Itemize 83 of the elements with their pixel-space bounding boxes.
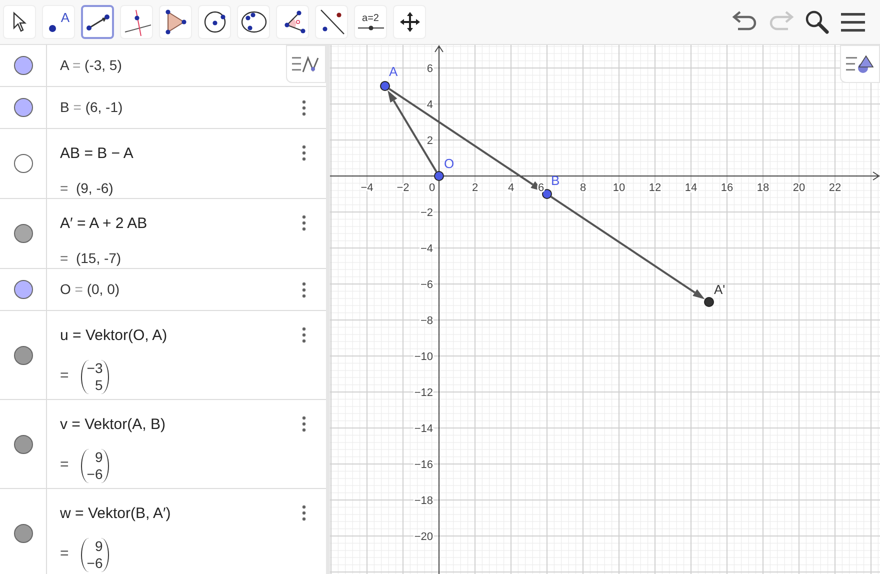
tick-label: −14 <box>414 423 433 435</box>
tool-button[interactable] <box>81 5 114 39</box>
tick-label: −2 <box>420 207 433 219</box>
graphics-style-button[interactable] <box>840 45 880 83</box>
move-arrows-icon <box>398 11 420 33</box>
visibility-toggle[interactable] <box>14 524 32 542</box>
algebra-style-icon <box>292 54 320 74</box>
tick-label: 6 <box>426 63 433 75</box>
more-options-icon[interactable] <box>302 416 306 432</box>
reflect-icon <box>318 8 346 36</box>
graphics-style-icon <box>846 53 874 75</box>
tick-label: 16 <box>720 182 734 194</box>
more-options-icon[interactable] <box>302 215 306 231</box>
tick-label: 4 <box>426 99 433 111</box>
visibility-toggle[interactable] <box>14 224 32 243</box>
tool-button[interactable]: a=2 <box>354 5 387 39</box>
algebra-result: = (15, -7) <box>60 248 122 268</box>
algebra-style-button[interactable] <box>286 45 326 83</box>
tick-label: 14 <box>684 182 698 194</box>
more-options-icon[interactable] <box>302 505 306 521</box>
vector-entry: 9 <box>94 538 103 554</box>
tick-label: 12 <box>648 182 662 194</box>
more-options-icon[interactable] <box>302 145 306 161</box>
vector-entry: 5 <box>94 376 103 394</box>
point[interactable] <box>380 81 390 91</box>
tick-label: −20 <box>414 531 433 543</box>
tool-button[interactable]: A <box>42 5 75 39</box>
vector-entry: 9 <box>94 448 103 466</box>
algebra-entry[interactable]: O = (0, 0) <box>60 279 120 300</box>
equals-sign: = <box>60 455 69 476</box>
visibility-toggle[interactable] <box>14 56 32 75</box>
vector-icon <box>84 12 110 32</box>
algebra-entry[interactable]: B = (6, -1) <box>60 97 123 118</box>
vector-entry: −6 <box>86 466 103 482</box>
point[interactable] <box>434 171 444 181</box>
tick-label: 2 <box>472 182 478 194</box>
algebra-result: = (9, -6) <box>60 178 114 198</box>
point[interactable] <box>704 297 714 307</box>
tick-label: 8 <box>580 182 586 194</box>
more-options-icon[interactable] <box>302 282 306 298</box>
point-label: B <box>551 173 560 188</box>
visibility-toggle[interactable] <box>14 434 32 454</box>
tick-label: 0 <box>428 182 436 194</box>
tick-label: −12 <box>414 387 433 399</box>
tick-label: −2 <box>396 182 410 194</box>
perpendicular-lines-icon <box>122 8 150 36</box>
tick-label: 4 <box>508 182 514 194</box>
tick-label: −10 <box>414 351 433 363</box>
point-label: O <box>444 156 454 171</box>
circle-icon <box>202 9 228 35</box>
triangle-icon <box>164 9 188 35</box>
tick-label: 18 <box>756 182 770 194</box>
algebra-definition[interactable]: AB = B − A <box>60 143 134 166</box>
more-options-icon[interactable] <box>302 327 306 343</box>
visibility-toggle[interactable] <box>14 346 32 364</box>
tick-label: −18 <box>414 495 433 507</box>
vector-entry: −6 <box>86 554 103 572</box>
tick-label: −8 <box>420 315 433 327</box>
algebra-definition[interactable]: v = Vektor(A, B) <box>60 414 166 436</box>
vector-entry: −3 <box>86 360 103 376</box>
algebra-entry[interactable]: A = (-3, 5) <box>60 55 122 76</box>
algebra-definition[interactable]: A′ = A + 2 AB <box>60 213 148 236</box>
equals-sign: = <box>60 366 69 386</box>
tick-label: 2 <box>426 135 433 147</box>
point-label: A <box>389 64 398 79</box>
point-label: A' <box>714 282 726 297</box>
tick-label: −6 <box>420 279 433 291</box>
algebra-definition[interactable]: w = Vektor(B, A′) <box>60 503 171 526</box>
tick-label: 10 <box>612 182 626 194</box>
visibility-toggle[interactable] <box>14 154 32 173</box>
algebra-definition[interactable]: u = Vektor(O, A) <box>60 325 168 348</box>
circle-icon <box>240 9 268 35</box>
equals-sign: = <box>60 544 69 564</box>
tick-label: 22 <box>828 182 842 194</box>
tick-label: 20 <box>792 182 806 194</box>
cursor-icon <box>10 11 28 33</box>
tick-label: −4 <box>420 243 433 255</box>
point[interactable] <box>542 189 552 199</box>
tick-label: −4 <box>360 182 374 194</box>
tick-label: −16 <box>414 459 433 471</box>
more-options-icon[interactable] <box>302 100 306 116</box>
visibility-toggle[interactable] <box>14 280 32 299</box>
visibility-toggle[interactable] <box>14 98 32 117</box>
